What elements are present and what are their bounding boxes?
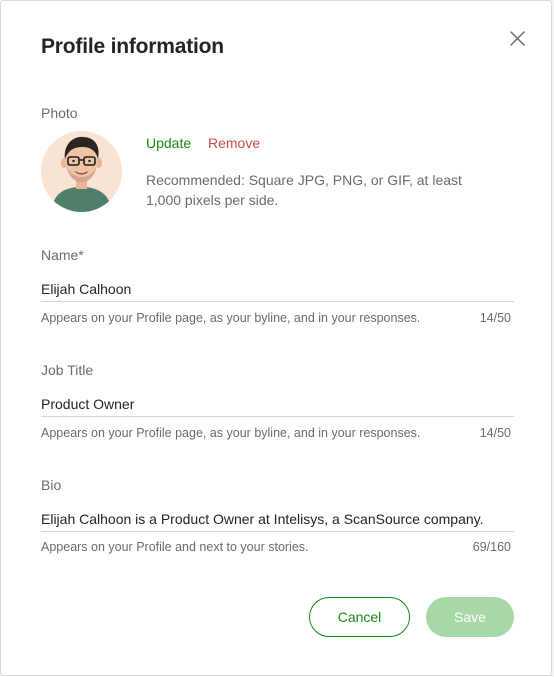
job-title-label: Job Title	[41, 362, 94, 378]
avatar-illustration	[41, 131, 122, 212]
job-title-help: Appears on your Profile page, as your by…	[41, 426, 421, 440]
name-underline	[41, 301, 514, 302]
bio-input[interactable]	[41, 511, 513, 527]
bio-label: Bio	[41, 477, 62, 493]
close-button[interactable]	[506, 27, 530, 51]
job-title-input[interactable]	[41, 396, 513, 412]
bio-help: Appears on your Profile and next to your…	[41, 540, 309, 554]
photo-label: Photo	[41, 105, 78, 121]
avatar	[41, 131, 122, 212]
profile-information-dialog: Profile information Photo Update Remove …	[0, 0, 552, 676]
close-icon	[510, 31, 525, 46]
bio-underline	[41, 531, 514, 532]
name-char-count: 14/50	[479, 311, 511, 325]
dialog-title: Profile information	[41, 35, 224, 58]
remove-photo-link[interactable]: Remove	[208, 135, 260, 151]
update-photo-link[interactable]: Update	[146, 135, 191, 151]
job-title-char-count: 14/50	[479, 426, 511, 440]
name-input[interactable]	[41, 281, 513, 297]
cancel-button[interactable]: Cancel	[309, 597, 410, 637]
name-label: Name*	[41, 247, 84, 263]
save-button[interactable]: Save	[426, 597, 514, 637]
name-help: Appears on your Profile page, as your by…	[41, 311, 421, 325]
bio-char-count: 69/160	[472, 540, 511, 554]
photo-recommendation: Recommended: Square JPG, PNG, or GIF, at…	[146, 172, 462, 208]
job-title-underline	[41, 416, 514, 417]
